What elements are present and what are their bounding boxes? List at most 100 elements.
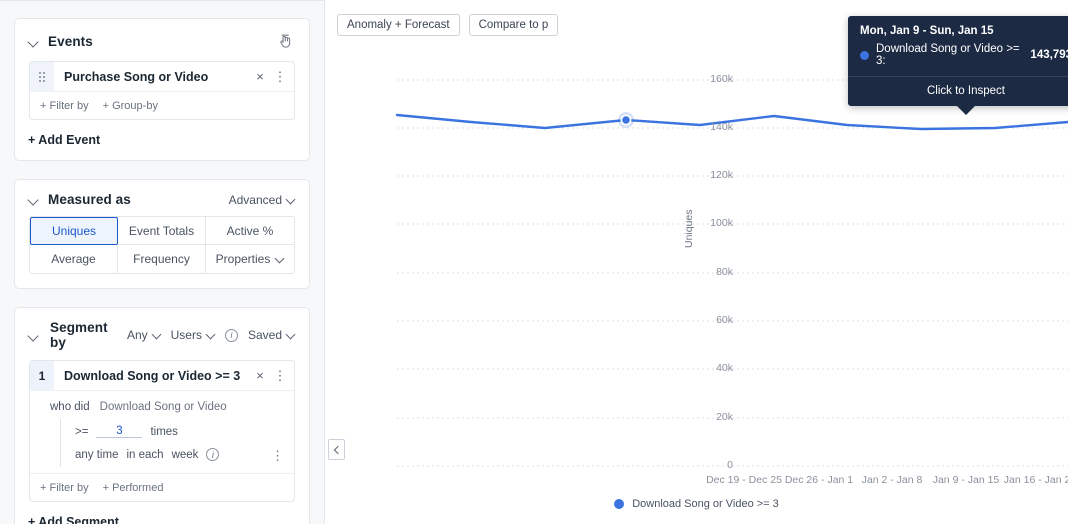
event-name[interactable]: Purchase Song or Video bbox=[54, 70, 250, 84]
analytics-app: Events Purchase Song or Video × ⋮ + Filt… bbox=[0, 0, 1068, 524]
segment-in-each[interactable]: in each bbox=[126, 449, 163, 461]
segment-who-did-row: who did Download Song or Video bbox=[30, 399, 294, 419]
y-tick-80k: 80k bbox=[716, 266, 733, 278]
events-card: Events Purchase Song or Video × ⋮ + Filt… bbox=[14, 18, 310, 161]
measured-as-card: Measured as Advanced Uniques Event Total… bbox=[14, 179, 310, 289]
segment-times-label: times bbox=[150, 425, 178, 438]
segment-count-input[interactable]: 3 bbox=[96, 425, 143, 438]
segment-users-dropdown[interactable]: Users bbox=[171, 328, 215, 342]
remove-event-icon[interactable]: × bbox=[250, 62, 270, 92]
segment-filter-row: + Filter by + Performed bbox=[30, 474, 294, 501]
tooltip-inspect-link[interactable]: Click to Inspect bbox=[848, 77, 1068, 106]
measure-option-event-totals[interactable]: Event Totals bbox=[118, 217, 206, 245]
who-did-label: who did bbox=[50, 401, 90, 413]
pointer-hand-icon[interactable] bbox=[277, 32, 295, 50]
tooltip-color-dot bbox=[860, 50, 869, 60]
segment-saved-dropdown[interactable]: Saved bbox=[248, 328, 295, 342]
measure-option-properties[interactable]: Properties bbox=[206, 245, 294, 273]
chevron-down-icon bbox=[287, 331, 295, 339]
segment-any-dropdown[interactable]: Any bbox=[127, 328, 161, 342]
add-segment-button[interactable]: + Add Segment bbox=[15, 502, 309, 524]
y-tick-60k: 60k bbox=[716, 314, 733, 326]
advanced-label: Advanced bbox=[228, 192, 282, 207]
remove-segment-icon[interactable]: × bbox=[250, 361, 270, 391]
measure-option-average[interactable]: Average bbox=[30, 245, 118, 273]
y-tick-100k: 100k bbox=[710, 217, 733, 229]
y-tick-0: 0 bbox=[727, 459, 733, 471]
y-tick-40k: 40k bbox=[716, 362, 733, 374]
segment-users-label: Users bbox=[170, 328, 202, 342]
measure-label: Average bbox=[51, 252, 96, 266]
chevron-down-icon bbox=[276, 255, 284, 263]
hover-point bbox=[620, 114, 632, 126]
segment-index-badge: 1 bbox=[30, 361, 54, 391]
measure-label: Uniques bbox=[51, 224, 97, 238]
segment-saved-label: Saved bbox=[247, 328, 282, 342]
measure-option-uniques[interactable]: Uniques bbox=[30, 217, 118, 245]
segment-options-icon[interactable]: ⋮ bbox=[270, 361, 290, 391]
tooltip-series-label: Download Song or Video >= 3: bbox=[876, 43, 1020, 67]
chevron-down-icon bbox=[153, 331, 161, 339]
segment-performed-button[interactable]: + Performed bbox=[103, 482, 164, 494]
event-options-icon[interactable]: ⋮ bbox=[270, 62, 290, 92]
chevron-down-icon[interactable] bbox=[27, 329, 40, 342]
segment-by-title: Segment by bbox=[50, 320, 108, 350]
measure-label: Properties bbox=[215, 252, 271, 266]
segment-any-label: Any bbox=[126, 328, 148, 342]
y-tick-140k: 140k bbox=[710, 121, 733, 133]
query-builder-sidebar: Events Purchase Song or Video × ⋮ + Filt… bbox=[0, 0, 325, 524]
collapse-sidebar-button[interactable] bbox=[328, 439, 345, 460]
event-filter-by-button[interactable]: + Filter by bbox=[40, 100, 89, 112]
segment-time-row: any time in each week i bbox=[61, 443, 294, 466]
drag-handle-icon[interactable] bbox=[30, 62, 54, 92]
events-card-title: Events bbox=[48, 33, 93, 49]
measure-option-frequency[interactable]: Frequency bbox=[118, 245, 206, 273]
event-group-by-button[interactable]: + Group-by bbox=[103, 100, 158, 112]
segment-item: 1 Download Song or Video >= 3 × ⋮ who di… bbox=[29, 360, 295, 502]
segment-definition: who did Download Song or Video >= 3 time… bbox=[30, 391, 294, 474]
segment-item-row[interactable]: 1 Download Song or Video >= 3 × ⋮ bbox=[30, 361, 294, 391]
segment-condition-options-icon[interactable]: ⋮ bbox=[271, 448, 284, 464]
event-item-row[interactable]: Purchase Song or Video × ⋮ bbox=[30, 62, 294, 92]
measure-option-active-pct[interactable]: Active % bbox=[206, 217, 294, 245]
measured-as-title: Measured as bbox=[48, 192, 131, 207]
segment-period[interactable]: week bbox=[172, 449, 199, 461]
chevron-down-icon bbox=[207, 331, 215, 339]
y-tick-20k: 20k bbox=[716, 411, 733, 423]
measured-as-options: Uniques Event Totals Active % Average Fr… bbox=[29, 216, 295, 274]
segment-conditions: >= 3 times any time in each week i ⋮ bbox=[60, 419, 294, 467]
tooltip-arrow bbox=[956, 105, 976, 115]
measure-label: Event Totals bbox=[128, 223, 195, 238]
legend-color-dot bbox=[614, 499, 625, 509]
segment-count-row: >= 3 times bbox=[61, 420, 294, 443]
tooltip-value: 143,793 bbox=[1030, 49, 1068, 61]
info-icon[interactable]: i bbox=[224, 328, 238, 342]
tooltip-title: Mon, Jan 9 - Sun, Jan 15 bbox=[860, 25, 994, 37]
event-filter-row: + Filter by + Group-by bbox=[30, 92, 294, 119]
chevron-down-icon[interactable] bbox=[27, 35, 40, 48]
event-item: Purchase Song or Video × ⋮ + Filter by +… bbox=[29, 61, 295, 120]
segment-filter-by-button[interactable]: + Filter by bbox=[40, 482, 89, 494]
chart-tooltip: Mon, Jan 9 - Sun, Jan 15 Download Song o… bbox=[848, 16, 1068, 115]
sidebar-top-divider bbox=[0, 0, 324, 1]
segment-operator[interactable]: >= bbox=[75, 426, 88, 438]
legend-label[interactable]: Download Song or Video >= 3 bbox=[632, 498, 779, 510]
chevron-down-icon[interactable] bbox=[27, 193, 40, 206]
y-tick-160k: 160k bbox=[710, 73, 733, 85]
advanced-dropdown[interactable]: Advanced bbox=[229, 193, 295, 207]
who-did-event[interactable]: Download Song or Video bbox=[100, 401, 227, 413]
chart-panel: Anomaly + Forecast Compare to p Uniques … bbox=[325, 0, 1068, 524]
segment-by-card: Segment by Any Users i Saved 1 Download … bbox=[14, 307, 310, 524]
x-tick-4: Jan 16 - Jan 22 bbox=[1003, 474, 1068, 486]
measure-label: Frequency bbox=[133, 252, 190, 266]
segment-by-header: Segment by Any Users i Saved bbox=[15, 308, 309, 360]
add-event-button[interactable]: + Add Event bbox=[15, 120, 309, 160]
tooltip-series-row: Download Song or Video >= 3: 143,793 bbox=[848, 39, 1068, 77]
chart-legend: Download Song or Video >= 3 bbox=[325, 498, 1068, 510]
info-icon[interactable]: i bbox=[206, 448, 220, 461]
segment-name[interactable]: Download Song or Video >= 3 bbox=[54, 369, 250, 383]
chevron-down-icon bbox=[287, 196, 295, 204]
y-tick-120k: 120k bbox=[710, 169, 733, 181]
segment-any-time[interactable]: any time bbox=[75, 449, 118, 461]
events-card-header: Events bbox=[15, 19, 309, 61]
